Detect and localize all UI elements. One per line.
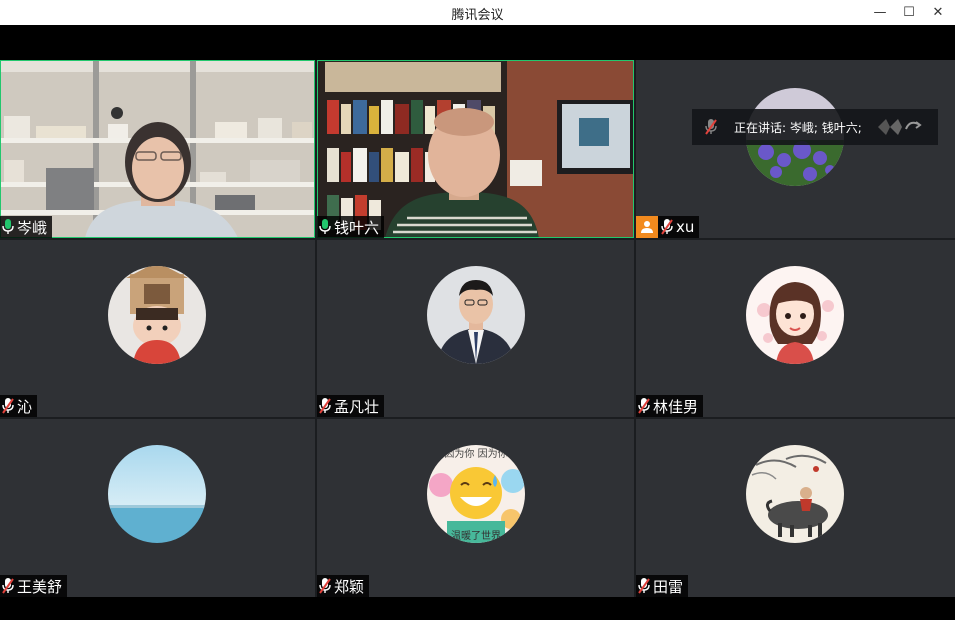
participant-tile[interactable]: xu [636, 60, 955, 238]
participant-avatar [746, 266, 844, 364]
avatar-caption-top: 因为你 因为你 [444, 447, 507, 460]
participant-tile[interactable]: 孟凡壮 [317, 240, 634, 417]
participant-tile[interactable]: 钱叶六 [317, 60, 634, 238]
participant-tile[interactable]: 沁 [0, 240, 315, 417]
participant-name-tag: 王美舒 [0, 575, 68, 597]
participant-name-tag: 郑颖 [317, 575, 370, 597]
participant-tile[interactable]: 岑峨 [0, 60, 315, 238]
microphone-muted-icon [638, 578, 650, 594]
person-icon [641, 221, 653, 233]
participant-avatar [108, 445, 206, 543]
microphone-muted-icon [661, 219, 673, 235]
microphone-muted-icon [705, 119, 717, 135]
speaking-wave-icon [877, 119, 922, 135]
participant-video [317, 60, 634, 238]
title-bar: 腾讯会议 — ☐ ✕ [0, 0, 955, 25]
minimize-button[interactable]: — [869, 2, 891, 22]
participant-name-tag: 田雷 [636, 575, 689, 597]
participant-name-tag: 钱叶六 [317, 216, 385, 238]
window-title: 腾讯会议 [451, 8, 504, 23]
microphone-muted-icon [319, 398, 331, 414]
participant-tile[interactable]: 林佳男 [636, 240, 955, 417]
bottom-bar [0, 597, 955, 620]
microphone-muted-icon [2, 398, 14, 414]
participant-name: 孟凡壮 [334, 397, 380, 416]
participant-name-tag: 林佳男 [636, 395, 704, 417]
close-button[interactable]: ✕ [927, 2, 949, 22]
participant-avatar [108, 266, 206, 364]
participant-name-tag: xu [636, 216, 700, 238]
participant-name-tag: 沁 [0, 395, 38, 417]
participant-tile[interactable]: 王美舒 [0, 419, 315, 597]
participant-name: 钱叶六 [334, 218, 380, 237]
top-toolbar-area [0, 25, 955, 60]
participant-avatar [427, 266, 525, 364]
host-badge [636, 216, 658, 238]
microphone-muted-icon [319, 578, 331, 594]
maximize-button[interactable]: ☐ [898, 2, 920, 22]
participant-name: 岑峨 [17, 218, 48, 237]
participant-tile[interactable]: 因为你 因为你 温暖了世界 郑颖 [317, 419, 634, 597]
participant-name: 郑颖 [334, 577, 365, 596]
microphone-muted-icon [638, 398, 650, 414]
participant-avatar [746, 445, 844, 543]
participant-tile[interactable]: 田雷 [636, 419, 955, 597]
participant-avatar: 因为你 因为你 温暖了世界 [427, 445, 525, 543]
participant-name: xu [676, 218, 695, 236]
microphone-icon [319, 219, 331, 234]
participant-name: 王美舒 [17, 577, 63, 596]
participant-name: 林佳男 [653, 397, 699, 416]
avatar-caption-bottom: 温暖了世界 [451, 529, 501, 542]
speaking-indicator: 正在讲话: 岑峨; 钱叶六; [692, 109, 938, 145]
participant-name: 沁 [17, 397, 33, 416]
participant-video [0, 60, 315, 238]
speaking-label: 正在讲话: 岑峨; 钱叶六; [734, 120, 862, 135]
microphone-icon [2, 219, 14, 234]
participant-name-tag: 孟凡壮 [317, 395, 385, 417]
microphone-muted-icon [2, 578, 14, 594]
participant-name: 田雷 [653, 577, 684, 596]
participant-name-tag: 岑峨 [0, 216, 53, 238]
